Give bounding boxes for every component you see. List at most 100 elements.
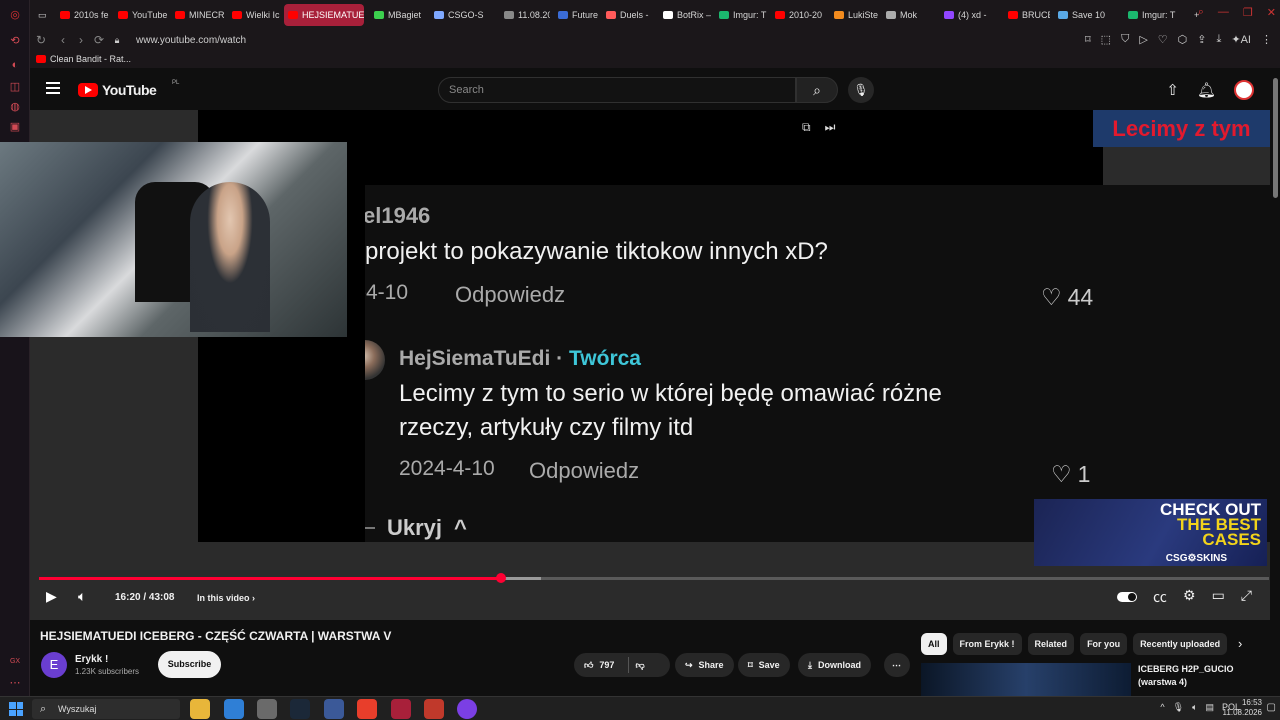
hamburger-menu-icon[interactable] xyxy=(46,82,60,94)
thumbs-down-icon[interactable]: 👎︎ xyxy=(635,660,644,671)
share-icon[interactable]: ⇪ xyxy=(1197,33,1206,46)
browser-tab[interactable]: Save 10 xyxy=(1054,4,1120,26)
skip-icon[interactable]: ⏭ xyxy=(825,120,836,135)
clock[interactable]: 16:53 11.08.2026 xyxy=(1223,698,1262,718)
instagram-icon[interactable]: ◫ xyxy=(8,80,22,94)
in-this-video-button[interactable]: In this video › xyxy=(197,593,255,603)
play-icon[interactable]: ▶ xyxy=(46,588,57,605)
network-icon[interactable]: ▤ xyxy=(1205,702,1214,713)
save-button[interactable]: ⌑ Save xyxy=(738,653,790,677)
edge-icon[interactable] xyxy=(224,699,244,719)
filter-chip[interactable]: Recently uploaded xyxy=(1133,633,1228,655)
browser-tab[interactable]: Wielki Ic xyxy=(228,4,280,26)
notifications-bell-icon[interactable]: 🔔︎ xyxy=(1197,81,1216,99)
lock-icon[interactable]: 🔒︎ xyxy=(108,35,126,46)
whatsapp-icon[interactable]: ◍ xyxy=(8,100,22,114)
snapshot-icon[interactable]: ⬚ xyxy=(1101,33,1111,46)
browser-tab[interactable]: Imgur: T xyxy=(715,4,767,26)
windows-start-icon[interactable] xyxy=(9,702,23,716)
channel-avatar[interactable]: E xyxy=(41,652,67,678)
taskbar-search[interactable]: ⌕ Wyszukaj xyxy=(32,699,180,719)
search-tabs-icon[interactable]: ⌕ xyxy=(1198,6,1204,19)
twitch-icon[interactable]: ▣ xyxy=(8,120,22,134)
filter-chip[interactable]: Related xyxy=(1027,633,1075,655)
thumbs-up-icon[interactable]: 👍︎ xyxy=(584,660,593,671)
forward-button[interactable]: › xyxy=(72,33,90,47)
related-video-thumbnail[interactable] xyxy=(921,663,1131,696)
browser-tab[interactable]: Mok xyxy=(882,4,936,26)
maximize-button[interactable]: ❐ xyxy=(1243,6,1253,19)
player-icon[interactable]: ▷ xyxy=(1139,33,1147,46)
opera-gx-icon[interactable] xyxy=(391,699,411,719)
scrollbar-thumb[interactable] xyxy=(1273,78,1278,198)
subscribe-button[interactable]: Subscribe xyxy=(158,651,221,678)
url-field[interactable]: www.youtube.com/watch xyxy=(136,35,246,46)
theater-mode-icon[interactable]: ▭ xyxy=(1212,587,1225,607)
related-video-title[interactable]: ICEBERG H2P_GUCIO (warstwa 4) xyxy=(1138,663,1234,689)
notifications-icon[interactable]: ▢ xyxy=(1267,702,1276,713)
page-scrollbar[interactable] xyxy=(1270,68,1280,696)
browser-tab[interactable]: 2010s fe xyxy=(56,4,110,26)
browser-tab[interactable]: CSGO-S xyxy=(430,4,496,26)
share-button[interactable]: ↪ Share xyxy=(675,653,734,677)
chevron-right-icon[interactable]: › xyxy=(1238,636,1242,651)
progress-bar[interactable] xyxy=(39,573,1269,583)
gx-icon[interactable]: GX xyxy=(8,655,22,669)
adblock-icon[interactable]: ⛉ xyxy=(1121,33,1129,46)
captions-icon[interactable]: ㏄ xyxy=(1153,587,1167,607)
volume-icon[interactable]: 🔈︎ xyxy=(78,588,86,605)
filter-chip[interactable]: All xyxy=(921,633,947,655)
speaker-icon[interactable]: 🔈︎ xyxy=(1192,702,1197,713)
more-actions-button[interactable]: ⋯ xyxy=(884,653,910,677)
minimize-button[interactable]: — xyxy=(1218,6,1229,19)
microphone-icon[interactable]: 🎙︎ xyxy=(1173,702,1184,713)
browser-tab[interactable]: YouTube xyxy=(114,4,168,26)
scrubber-handle[interactable] xyxy=(496,573,507,583)
browser-tab[interactable]: BotRix – xyxy=(659,4,711,26)
back-button[interactable]: ‹ xyxy=(54,33,72,47)
browser-tab[interactable]: (4) xd - xyxy=(940,4,1000,26)
more-icon[interactable]: ⋯ xyxy=(8,676,22,690)
bookmark-item[interactable]: Clean Bandit - Rat... xyxy=(50,54,131,64)
browser-tab[interactable]: Duels - xyxy=(602,4,655,26)
download-button[interactable]: ⤓ Download xyxy=(798,653,871,677)
miniplayer-icon[interactable]: ⧉ xyxy=(802,120,811,135)
upload-icon[interactable]: ⇧ xyxy=(1166,81,1179,99)
steam-icon[interactable] xyxy=(290,699,310,719)
app-icon[interactable] xyxy=(257,699,277,719)
browser-tab[interactable]: Future e xyxy=(554,4,598,26)
reload-icon[interactable]: ↻ xyxy=(32,33,50,47)
speed-dial-icon[interactable]: ⟲ xyxy=(8,34,22,48)
brave-icon[interactable] xyxy=(357,699,377,719)
fullscreen-icon[interactable]: ⤢ xyxy=(1241,587,1252,607)
search-input[interactable]: Search xyxy=(438,77,796,103)
filter-chip[interactable]: For you xyxy=(1080,633,1128,655)
video-player[interactable]: ⧉ ⏭ Lecimy z tym el1946 projekt to pokaz… xyxy=(0,110,1280,620)
messenger-icon[interactable]: ◐ xyxy=(8,58,22,72)
browser-tab[interactable]: BRUCE V xyxy=(1004,4,1050,26)
filter-chip[interactable]: From Erykk ! xyxy=(952,633,1022,655)
browser-tab[interactable]: 11.08.20 xyxy=(500,4,550,26)
browser-tab[interactable]: MBagiet xyxy=(370,4,426,26)
opera-logo-icon[interactable]: ◎ xyxy=(8,8,22,22)
like-dislike-button[interactable]: 👍︎ 797 👎︎ xyxy=(574,653,670,677)
search-button[interactable]: ⌕ xyxy=(796,77,838,103)
chevron-up-icon[interactable]: ^ xyxy=(1160,702,1164,713)
channel-name[interactable]: Erykk ! xyxy=(75,654,108,665)
settings-gear-icon[interactable]: ⚙ xyxy=(1183,587,1196,607)
file-explorer-icon[interactable] xyxy=(190,699,210,719)
browser-tab[interactable]: HEJSIEMATUEI xyxy=(284,4,364,26)
heart-icon[interactable]: ♡ xyxy=(1158,33,1168,46)
app-icon[interactable] xyxy=(424,699,444,719)
extensions-icon[interactable]: ⬡ xyxy=(1178,33,1188,46)
voice-search-button[interactable]: 🎙︎ xyxy=(848,77,874,103)
bookmark-icon[interactable]: ⌑ xyxy=(1085,33,1091,46)
reload-button[interactable]: ⟳ xyxy=(90,33,108,47)
autoplay-toggle[interactable] xyxy=(1117,592,1137,602)
browser-tab[interactable]: LukiStev xyxy=(830,4,878,26)
browser-tab[interactable]: Imgur: T xyxy=(1124,4,1180,26)
tab-overview-icon[interactable]: ▭ xyxy=(34,4,51,26)
settings-icon[interactable] xyxy=(324,699,344,719)
youtube-logo[interactable]: YouTube PL xyxy=(78,80,179,98)
browser-tab[interactable]: 2010-20 xyxy=(771,4,826,26)
